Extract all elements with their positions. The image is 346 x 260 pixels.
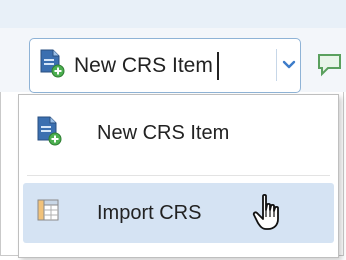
top-bar: [0, 0, 346, 29]
menu-item-import-crs[interactable]: Import CRS: [23, 183, 334, 243]
dropdown-toggle[interactable]: [278, 39, 300, 92]
import-table-icon: [35, 196, 63, 231]
new-crs-button-label: New CRS Item: [74, 53, 213, 77]
menu-divider: [27, 175, 330, 176]
menu-item-label: Import CRS: [97, 201, 202, 224]
new-document-icon: [38, 48, 66, 83]
text-cursor: [216, 51, 219, 80]
chevron-down-icon: [282, 57, 296, 75]
comment-icon[interactable]: [316, 50, 346, 85]
menu-item-new-crs-item[interactable]: New CRS Item: [23, 103, 334, 163]
new-crs-button[interactable]: New CRS Item: [30, 39, 273, 92]
new-crs-split-button[interactable]: New CRS Item: [29, 38, 301, 93]
hand-pointer-icon: [252, 193, 286, 238]
new-document-icon: [35, 115, 63, 152]
split-divider: [276, 49, 277, 81]
new-item-dropdown-menu: New CRS Item Import CRS: [18, 94, 339, 258]
menu-item-label: New CRS Item: [97, 121, 230, 144]
